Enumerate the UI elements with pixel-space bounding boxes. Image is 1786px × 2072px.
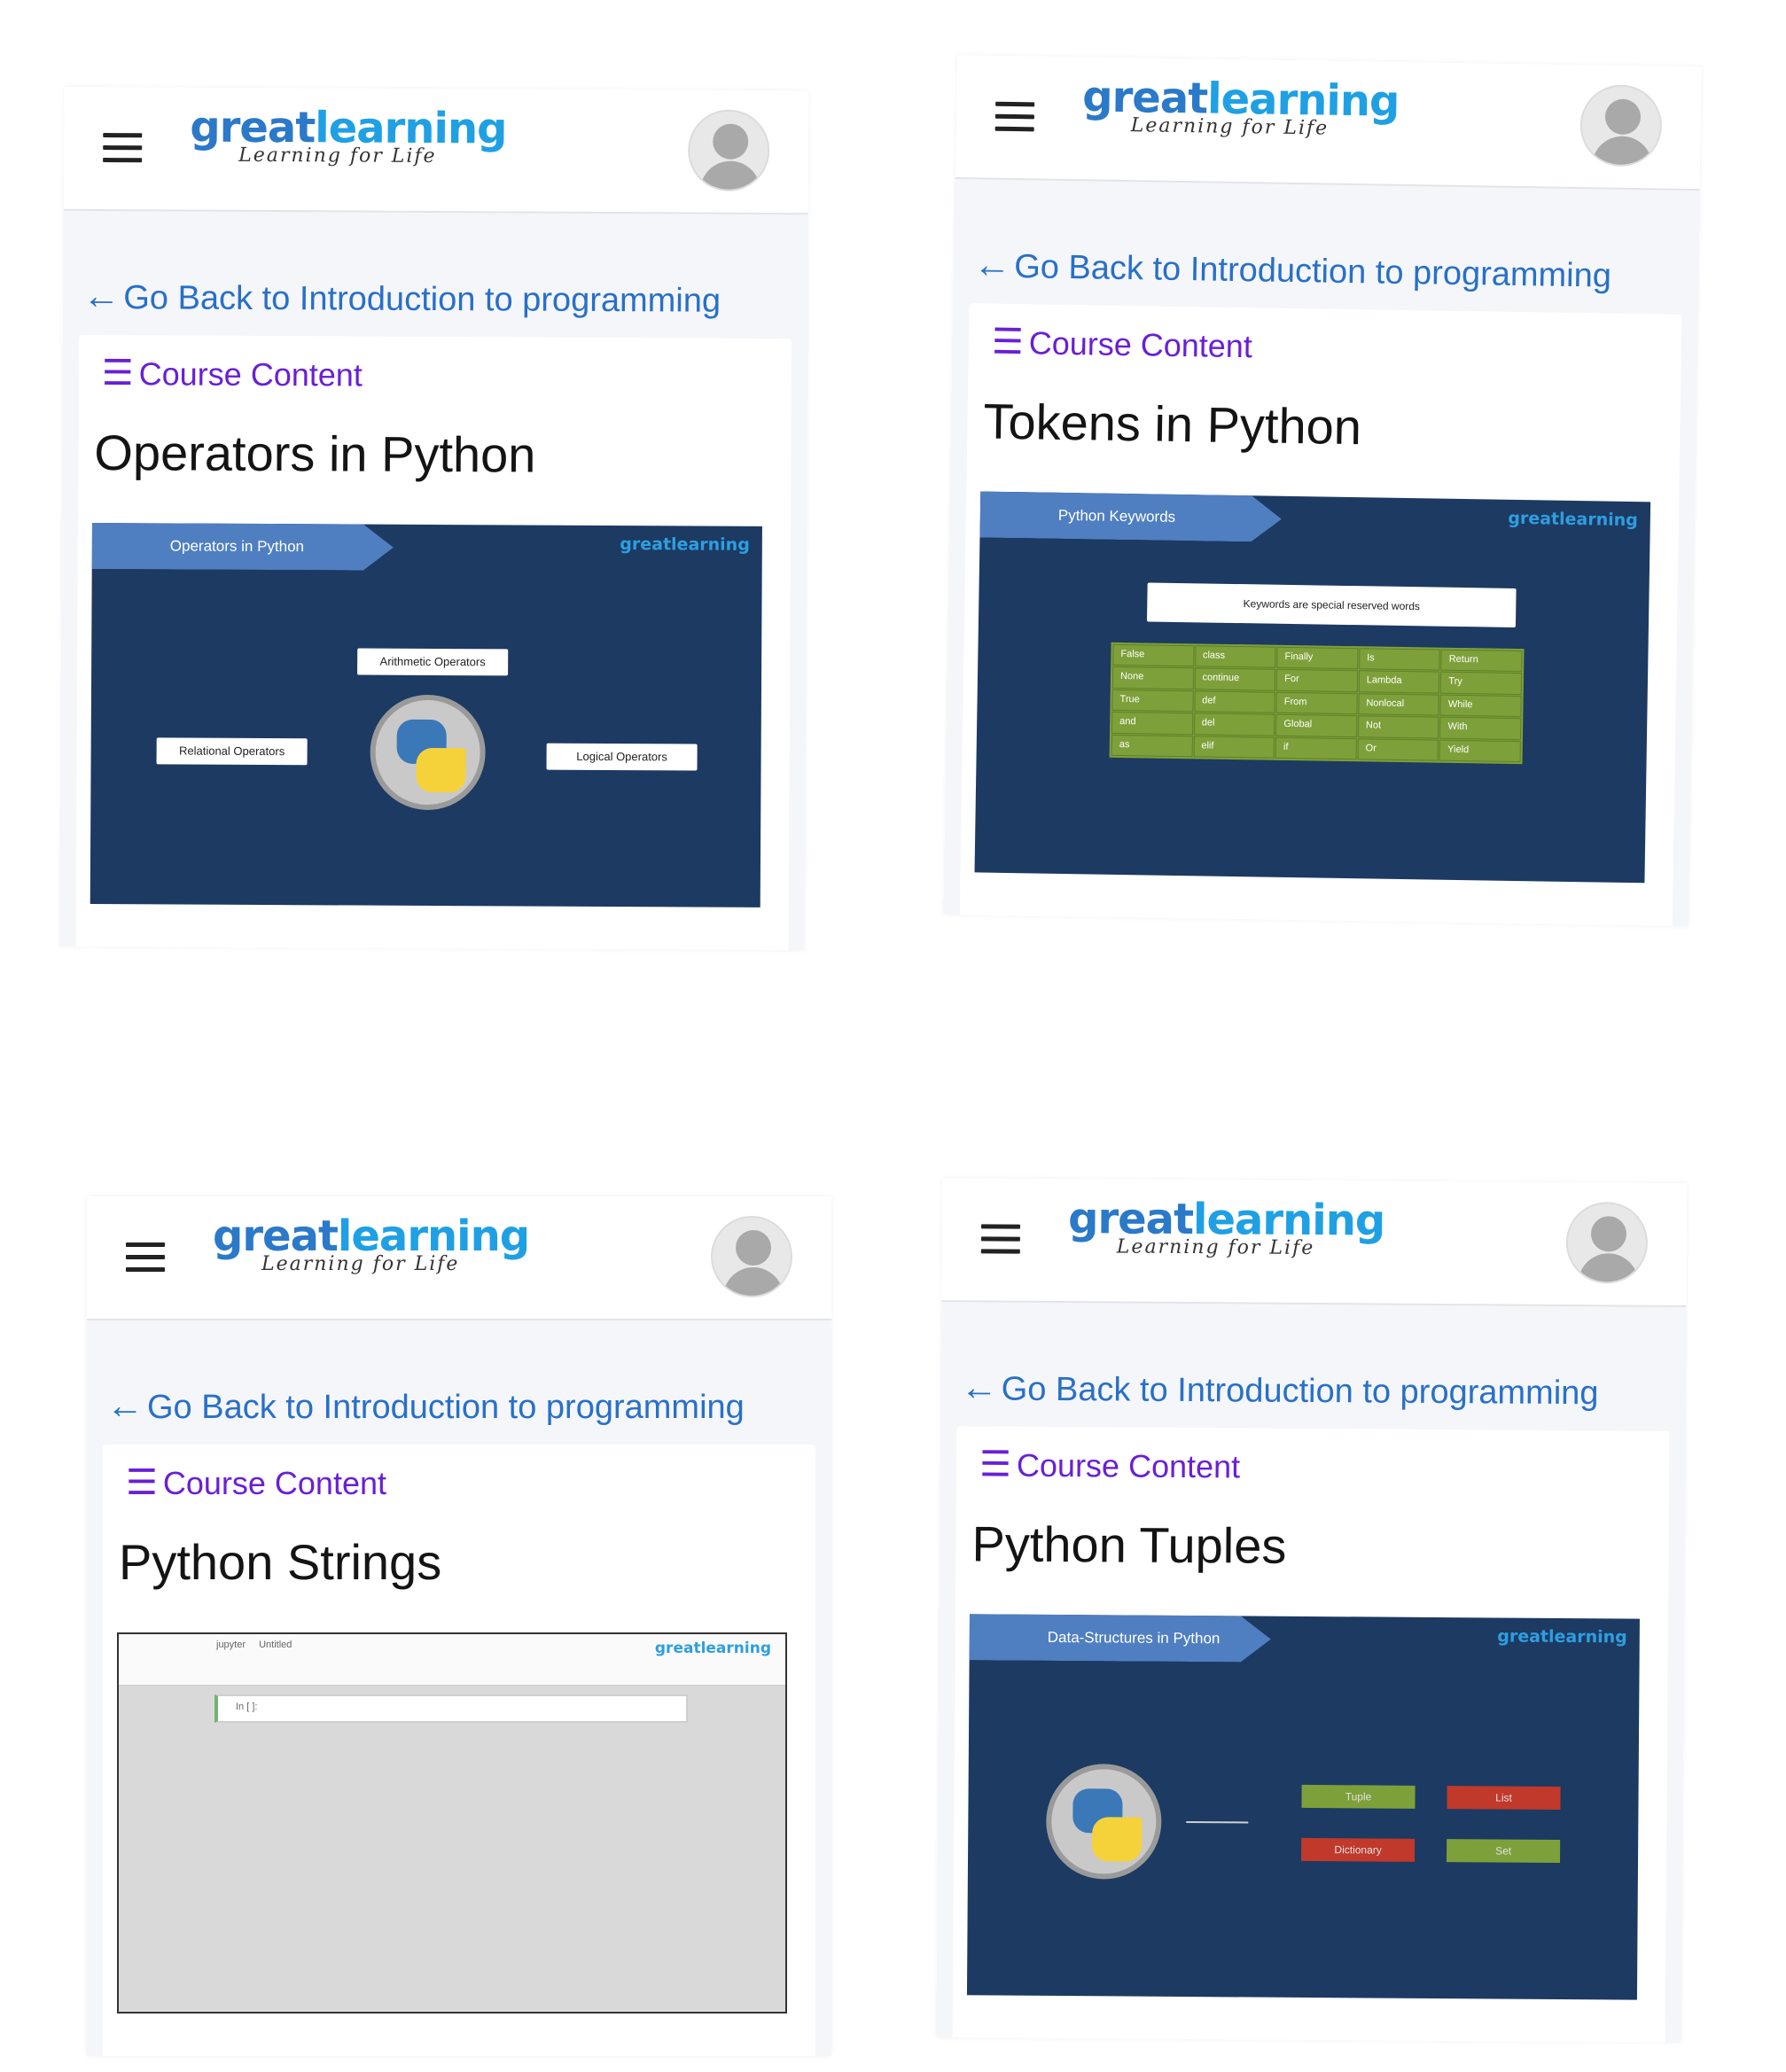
lesson-title: Python Strings <box>119 1534 442 1590</box>
keyword-cell: Return <box>1440 649 1523 673</box>
app-header: greatlearning Learning for Life <box>87 1196 831 1320</box>
arrow-connector <box>1186 1821 1249 1824</box>
arrow-left-icon: ← <box>960 1366 998 1408</box>
course-content-button[interactable]: ☰ Course Content <box>126 1462 386 1503</box>
keyword-cell: and <box>1111 712 1193 735</box>
video-player[interactable]: Python Keywords greatlearning Keywords a… <box>974 491 1651 884</box>
phone-screen-strings: greatlearning Learning for Life ← Go Back… <box>87 1196 831 2056</box>
keyword-cell: del <box>1193 713 1275 736</box>
keyword-cell: With <box>1439 716 1522 740</box>
arrow-left-icon: ← <box>106 1384 144 1426</box>
back-to-course-link[interactable]: ←Go Back to Introduction to programming <box>106 1384 745 1427</box>
jupyter-app-name: jupyter <box>216 1640 246 1650</box>
phone-screen-tuples: greatlearning Learning for Life ←Go Back… <box>936 1178 1688 2043</box>
keyword-cell: continue <box>1194 667 1276 691</box>
video-player[interactable]: Data-Structures in Python greatlearning … <box>966 1614 1640 2000</box>
course-content-button[interactable]: ☰ Course Content <box>979 1444 1240 1486</box>
cell-prompt: In [ ]: <box>236 1702 258 1712</box>
slide-label: Logical Operators <box>546 743 698 771</box>
course-content-button[interactable]: ☰ Course Content <box>102 353 363 395</box>
user-avatar-icon[interactable] <box>1579 84 1663 167</box>
slide-banner: Keywords are special reserved words <box>1146 582 1517 627</box>
notebook-name: Untitled <box>259 1640 292 1650</box>
video-brand: greatlearning <box>654 1640 771 1657</box>
list-icon: ☰ <box>101 354 134 393</box>
python-logo-icon <box>370 694 486 811</box>
video-ribbon: Python Keywords <box>979 491 1282 541</box>
video-player[interactable]: Operators in Python greatlearning Arithm… <box>90 522 762 907</box>
app-header: greatlearning Learning for Life <box>955 55 1702 191</box>
keyword-cell: Global <box>1275 713 1358 737</box>
user-avatar-icon[interactable] <box>711 1216 792 1297</box>
video-ribbon: Data-Structures in Python <box>970 1614 1271 1662</box>
keyword-cell: True <box>1111 689 1194 713</box>
user-avatar-icon[interactable] <box>1565 1201 1649 1284</box>
video-ribbon: Operators in Python <box>92 523 394 571</box>
lesson-card: ☰ Course Content Operators in Python Oper… <box>75 334 792 951</box>
arrow-left-icon: ← <box>972 243 1011 285</box>
slide-tag: Dictionary <box>1301 1837 1416 1862</box>
brand-logo[interactable]: greatlearning Learning for Life <box>1068 1194 1385 1259</box>
keyword-cell: From <box>1275 691 1358 715</box>
lesson-title: Tokens in Python <box>983 393 1362 456</box>
list-icon: ☰ <box>126 1463 158 1502</box>
user-avatar-icon[interactable] <box>687 109 770 191</box>
app-header: greatlearning Learning for Life <box>63 86 809 215</box>
lesson-card: ☰ Course Content Python Tuples Data-Struc… <box>952 1426 1670 2043</box>
list-icon: ☰ <box>991 322 1025 362</box>
lesson-card: ☰ Course Content Python Strings jupyter U… <box>103 1445 815 2056</box>
hamburger-icon[interactable] <box>126 1242 165 1273</box>
arrow-left-icon: ← <box>82 274 121 317</box>
keyword-cell: as <box>1111 734 1193 758</box>
keyword-cell: elif <box>1193 735 1275 759</box>
phone-screen-tokens: greatlearning Learning for Life ←Go Back… <box>943 55 1702 927</box>
keyword-cell: For <box>1275 669 1358 692</box>
keyword-cell: Try <box>1440 672 1523 695</box>
slide-tag: List <box>1447 1786 1561 1810</box>
keyword-cell: Is <box>1358 648 1440 672</box>
slide-tag: Set <box>1447 1839 1561 1863</box>
python-logo-icon <box>1045 1763 1162 1880</box>
keyword-cell: False <box>1112 643 1195 667</box>
video-brand: greatlearning <box>620 534 750 555</box>
brand-logo[interactable]: greatlearning Learning for Life <box>1082 72 1400 141</box>
keywords-table: False class Finally Is Return None continue For… <box>1109 642 1525 765</box>
slide-label: Relational Operators <box>156 737 308 766</box>
keyword-cell: None <box>1111 666 1194 690</box>
brand-logo[interactable]: greatlearning Learning for Life <box>213 1212 530 1275</box>
course-content-button[interactable]: ☰ Course Content <box>992 322 1253 367</box>
brand-logo[interactable]: greatlearning Learning for Life <box>190 103 506 168</box>
hamburger-icon[interactable] <box>994 101 1035 133</box>
code-cell: In [ ]: <box>214 1694 688 1723</box>
keyword-cell: Not <box>1357 715 1439 739</box>
slide-tag: Tuple <box>1301 1784 1416 1809</box>
hamburger-icon[interactable] <box>980 1224 1021 1254</box>
video-brand: greatlearning <box>1497 1626 1627 1647</box>
slide-label: Arithmetic Operators <box>357 648 509 676</box>
back-to-course-link[interactable]: ←Go Back to Introduction to programming <box>973 243 1611 295</box>
lesson-title: Python Tuples <box>971 1515 1287 1574</box>
lesson-card: ☰ Course Content Tokens in Python Python … <box>959 303 1682 927</box>
phone-screen-operators: greatlearning Learning for Life ←Go Back… <box>59 86 809 951</box>
video-brand: greatlearning <box>1508 508 1639 531</box>
keyword-cell: class <box>1194 645 1276 669</box>
back-to-course-link[interactable]: ←Go Back to Introduction to programming <box>82 275 721 321</box>
keyword-cell: Lambda <box>1358 670 1440 694</box>
keyword-cell: Or <box>1357 737 1439 761</box>
keyword-cell: While <box>1439 694 1522 718</box>
app-header: greatlearning Learning for Life <box>941 1178 1688 1307</box>
keyword-cell: if <box>1275 736 1357 760</box>
back-to-course-link[interactable]: ←Go Back to Introduction to programming <box>961 1366 1599 1413</box>
video-player[interactable]: jupyter Untitled greatlearning In [ ]: <box>117 1632 787 2014</box>
keyword-cell: def <box>1193 690 1275 713</box>
list-icon: ☰ <box>979 1445 1012 1484</box>
keyword-cell: Finally <box>1276 646 1359 670</box>
keyword-cell: Nonlocal <box>1358 692 1440 716</box>
lesson-title: Operators in Python <box>94 424 536 483</box>
keyword-cell: Yield <box>1439 739 1521 763</box>
hamburger-icon[interactable] <box>103 133 143 163</box>
